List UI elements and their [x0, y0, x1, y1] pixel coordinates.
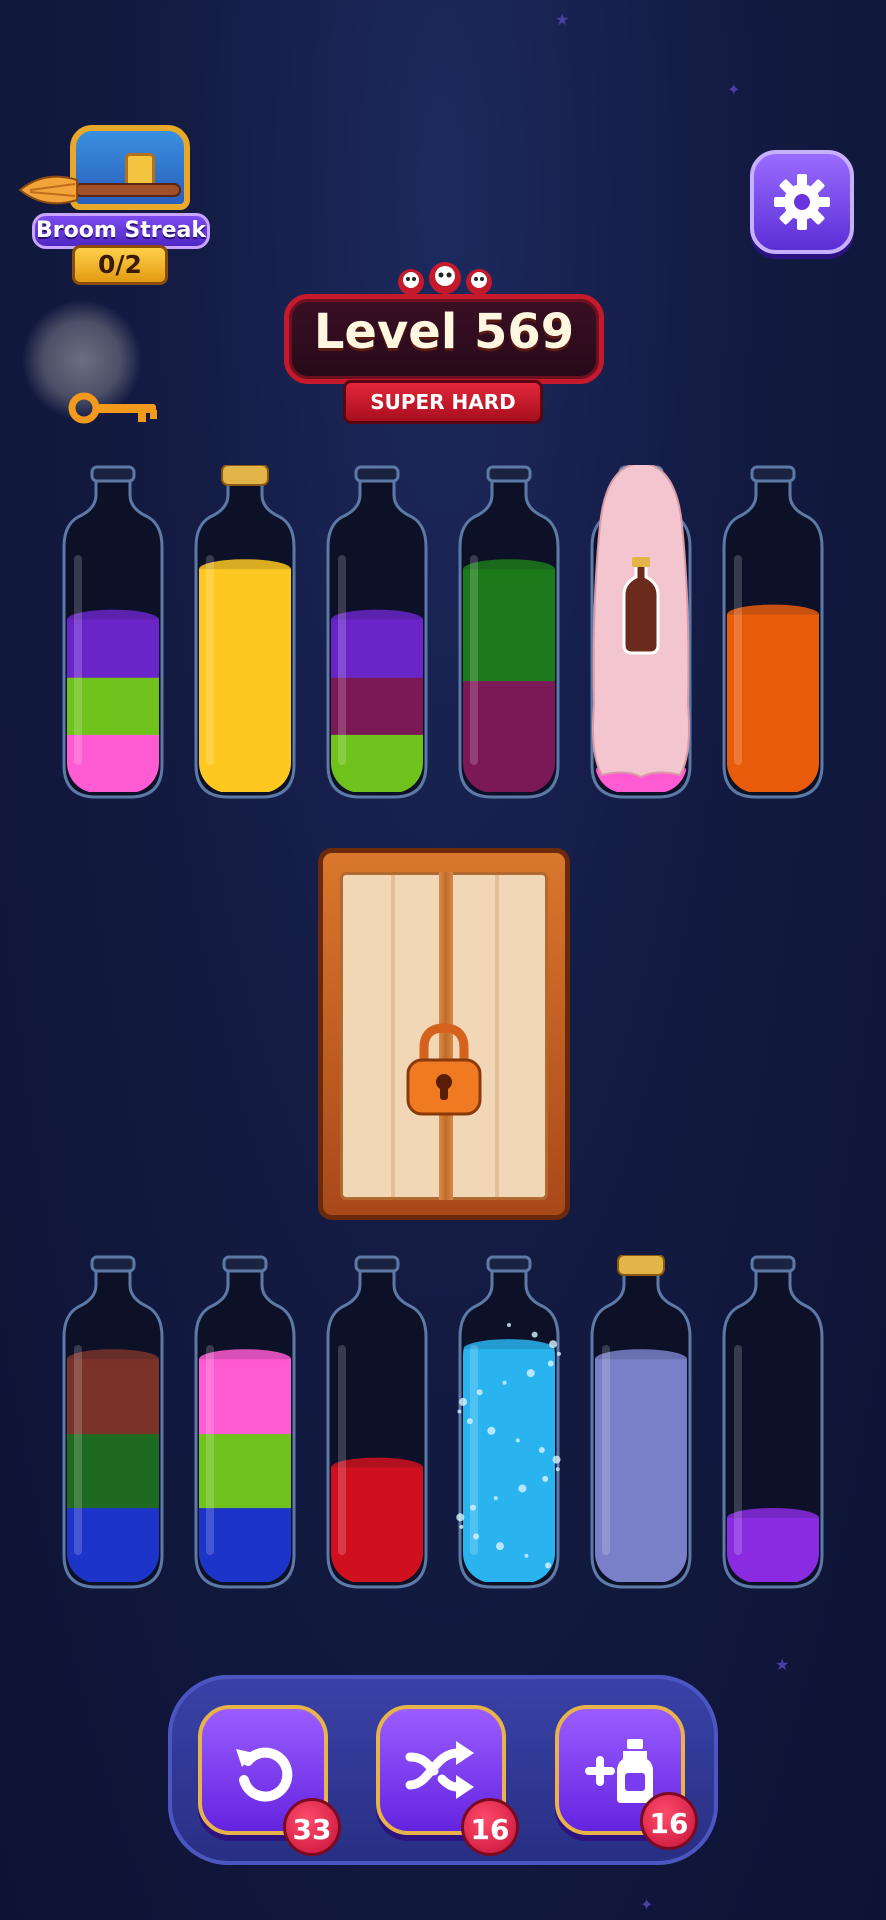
sparkle — [459, 1397, 468, 1406]
bottle-glass — [194, 1255, 296, 1589]
bottle-glass — [456, 1255, 561, 1589]
bottle-glass — [722, 465, 824, 799]
sparkle — [524, 1553, 529, 1558]
sparkle — [507, 1323, 511, 1327]
sparkle — [547, 1360, 554, 1367]
sparkle — [469, 1504, 476, 1511]
sparkle — [456, 1513, 465, 1522]
undo-count: 33 — [283, 1798, 341, 1856]
bottle-glass — [590, 1255, 692, 1589]
broom-streak-progress: 0/2 — [72, 245, 168, 285]
sparkle — [466, 1418, 473, 1425]
sparkle — [502, 1380, 507, 1385]
bottle[interactable] — [586, 465, 696, 805]
sparkle — [459, 1524, 464, 1529]
star-icon: ✦ — [640, 1895, 654, 1914]
sparkle — [487, 1426, 496, 1435]
star-icon: ★ — [555, 10, 570, 29]
sparkle — [556, 1351, 561, 1356]
star-icon: ★ — [775, 1655, 790, 1674]
broom-streak-widget[interactable]: Broom Streak 0/2 — [10, 115, 210, 305]
sparkle — [526, 1369, 535, 1378]
bottle[interactable] — [718, 465, 828, 805]
bottle-glass — [722, 1255, 824, 1589]
broom-icon — [18, 175, 181, 205]
star-icon: ✦ — [727, 80, 741, 99]
cork-icon — [617, 1255, 665, 1276]
sparkle — [542, 1475, 549, 1482]
sparkle — [476, 1389, 483, 1396]
bottle[interactable] — [58, 465, 168, 805]
padlock-icon — [406, 1023, 482, 1116]
sparkle — [555, 1467, 560, 1472]
sparkle — [538, 1447, 545, 1453]
bottle[interactable] — [190, 1255, 300, 1595]
skulls-icon — [398, 262, 492, 295]
bottle-glass — [326, 1255, 428, 1589]
shuffle-icon — [405, 1741, 474, 1799]
bottle-glass — [326, 465, 428, 799]
difficulty-label: SUPER HARD — [343, 380, 543, 424]
sparkle — [495, 1542, 504, 1551]
bottle-glass — [62, 1255, 164, 1589]
bottle[interactable] — [454, 1255, 564, 1595]
bottle-glass — [62, 465, 164, 799]
settings-button[interactable] — [750, 150, 854, 254]
sparkle — [457, 1409, 462, 1414]
sparkle — [531, 1331, 538, 1338]
bottle[interactable] — [454, 465, 564, 805]
sparkle — [545, 1562, 552, 1569]
sparkle — [552, 1455, 561, 1464]
bottle[interactable] — [718, 1255, 828, 1595]
bottle-glass — [590, 465, 692, 799]
add-bottle-count: 16 — [640, 1792, 698, 1850]
sparkle — [515, 1438, 520, 1443]
bottle-glass — [458, 465, 560, 799]
bottle[interactable] — [58, 1255, 168, 1595]
broom-streak-label: Broom Streak — [32, 213, 210, 249]
sparkle — [518, 1484, 527, 1493]
sparkle — [549, 1340, 558, 1349]
sparkle — [493, 1496, 498, 1501]
bottle[interactable] — [190, 465, 300, 805]
add-bottle-icon — [585, 1739, 653, 1803]
cork-icon — [221, 465, 269, 486]
undo-icon — [236, 1747, 293, 1802]
sparkle — [473, 1533, 480, 1540]
bottle-glass — [194, 465, 296, 799]
bottle[interactable] — [322, 465, 432, 805]
key-icon — [68, 392, 157, 424]
gear-icon — [774, 174, 830, 230]
bottle[interactable] — [586, 1255, 696, 1595]
bottle[interactable] — [322, 1255, 432, 1595]
shuffle-count: 16 — [461, 1798, 519, 1856]
level-title: Level 569 — [313, 304, 575, 360]
